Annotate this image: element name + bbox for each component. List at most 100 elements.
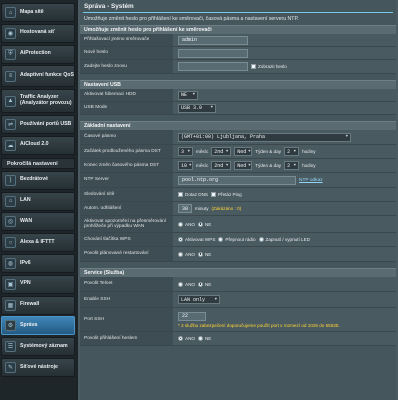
sidebar-item-system-log[interactable]: ☰ Systémový záznam: [1, 337, 75, 357]
wps-toggle-radio-radio[interactable]: [218, 237, 224, 242]
telnet-label: Povolit Telnet: [80, 277, 173, 291]
guest-network-icon: ◉: [5, 27, 16, 39]
network-tools-icon: ✎: [5, 361, 16, 373]
retype-password-input[interactable]: [178, 62, 248, 71]
dst-start-label: Začátek prodlouženého pásma DST: [80, 145, 173, 158]
service-section-header: Service (Služba): [80, 268, 396, 277]
reboot-label: Povolit plánované restartování: [80, 247, 173, 261]
vpn-icon: ▣: [5, 278, 16, 290]
sidebar-item-qos[interactable]: ≡ Adaptivní funkce QoS: [1, 65, 75, 88]
ssh-port-label: Port SSH: [80, 308, 173, 331]
show-password-label: Zobrazit heslo: [258, 64, 287, 69]
timezone-select[interactable]: (GMT+01:00) Ljubljana, Praha ▼: [178, 132, 351, 142]
username-input[interactable]: admin: [178, 35, 248, 45]
wps-led-radio[interactable]: [258, 237, 264, 242]
dst-start-day-select[interactable]: Ned ▼: [234, 147, 253, 156]
administration-icon: ⚙: [5, 320, 16, 332]
username-label: Přihlašovací jméno směrovače: [80, 34, 173, 46]
retype-password-label: Zadejte heslo znovu: [80, 60, 173, 73]
wps-activate-radio[interactable]: [178, 237, 183, 242]
wps-row: Chování tlačítka WPS Aktivovat WPS Přepn…: [80, 233, 396, 247]
dst-start-month-select[interactable]: 3 ▼: [178, 147, 193, 156]
ssh-port-row: Port SSH 22 * 2 službu zabezpečení dopor…: [80, 308, 396, 332]
chevron-down-icon: ▼: [345, 135, 348, 139]
sidebar-item-lan[interactable]: ⌂ LAN: [1, 191, 75, 211]
auto-logout-label: Autom. odhlášení: [80, 202, 173, 215]
sidebar-item-network-map[interactable]: ⌂ Mapa sítě: [1, 3, 75, 22]
dst-start-week-select[interactable]: 2nd ▼: [211, 147, 232, 156]
password-login-yes-radio[interactable]: [178, 336, 183, 341]
sidebar-item-ipv6[interactable]: ◍ IPv6: [1, 253, 75, 273]
sidebar-item-guest-network[interactable]: ◉ Hostovaná síť: [1, 23, 75, 43]
show-password-checkbox[interactable]: [251, 64, 256, 69]
telnet-yes-radio[interactable]: [178, 281, 183, 287]
shield-icon: ⛨: [5, 48, 16, 60]
sidebar-item-vpn[interactable]: ▣ VPN: [1, 274, 75, 294]
wireless-icon: ): [5, 174, 16, 186]
ssh-select[interactable]: LAN only ▼: [178, 295, 220, 304]
sidebar-item-aiprotection[interactable]: ⛨ AiProtection: [1, 44, 75, 64]
alexa-icon: ○: [5, 237, 16, 249]
chevron-down-icon: ▼: [192, 93, 195, 97]
ntp-server-input[interactable]: pool.ntp.org: [178, 175, 296, 185]
qos-icon: ≡: [5, 70, 16, 82]
wan-notify-yes-radio[interactable]: [178, 221, 183, 227]
hdd-hibernation-select[interactable]: NE ▼: [178, 90, 198, 100]
auto-logout-row: Autom. odhlášení 30 minuty (Zakázáno : 0…: [80, 202, 396, 216]
main-panel: Správa - Systém Umožňuje změnit heslo pr…: [78, 0, 398, 400]
sidebar-item-administration[interactable]: ⚙ Správa: [1, 316, 75, 336]
sidebar-item-alexa[interactable]: ○ Alexa & IFTTT: [1, 233, 75, 253]
password-login-row: Povolit přihlášení heslem ANO NE: [80, 332, 396, 346]
hdd-hibernation-row: Aktivovat hibernaci HDD NE ▼: [80, 89, 396, 102]
sidebar-item-wireless[interactable]: ) Bezdrátové: [1, 170, 75, 190]
ntp-server-label: NTP Server: [80, 173, 173, 187]
usb-mode-row: USB Mode USB 3.0 ▼: [80, 102, 396, 115]
page-title: Správa - Systém: [84, 3, 134, 10]
wps-label: Chování tlačítka WPS: [80, 233, 173, 246]
sidebar-item-traffic-analyzer[interactable]: ▲ Traffic Analyzer (Analyzátor provozu): [1, 89, 75, 114]
auto-logout-input[interactable]: 30: [178, 204, 192, 213]
dst-end-day-select[interactable]: Ned ▼: [234, 161, 253, 170]
dst-end-row: Konec změn časového pásma DST 10 ▼ měsíc …: [80, 159, 396, 173]
dst-start-row: Začátek prodlouženého pásma DST 3 ▼ měsíc…: [80, 145, 396, 159]
sidebar-item-aicloud[interactable]: ☁ AiCloud 2.0: [1, 135, 75, 155]
telnet-no-radio[interactable]: [197, 281, 203, 287]
new-password-label: Nové heslo: [80, 47, 173, 59]
dst-end-week-select[interactable]: 2nd ▼: [211, 161, 232, 170]
chevron-down-icon: ▼: [214, 297, 217, 302]
reboot-row: Povolit plánované restartování ANO NE: [80, 247, 396, 262]
new-password-input[interactable]: [178, 48, 248, 58]
ssh-port-note: * 2 službu zabezpečení doporučujeme použ…: [178, 322, 340, 328]
ipv6-icon: ◍: [5, 257, 16, 269]
reboot-yes-radio[interactable]: [178, 251, 183, 257]
reboot-no-radio[interactable]: [197, 251, 203, 257]
usb-section-header: Nastavení USB: [80, 80, 396, 89]
dst-end-month-select[interactable]: 10 ▼: [178, 161, 193, 170]
network-map-icon: ⌂: [5, 7, 16, 18]
password-login-no-radio[interactable]: [197, 336, 203, 341]
ssh-port-input[interactable]: 22: [178, 311, 206, 321]
dns-query-checkbox[interactable]: [178, 192, 183, 197]
dst-end-hour-select[interactable]: 2 ▼: [284, 161, 300, 170]
sidebar-section-advanced: Pokročilá nastavení: [1, 157, 75, 169]
login-section-header: Umožňuje změnit heslo pro přihlášení ke …: [80, 25, 396, 34]
cloud-icon: ☁: [5, 139, 16, 151]
chevron-down-icon: ▼: [210, 106, 213, 110]
sidebar-item-network-tools[interactable]: ✎ Síťové nástroje: [1, 357, 75, 377]
new-password-row: Nové heslo: [80, 47, 396, 60]
system-log-icon: ☰: [5, 341, 16, 353]
lan-icon: ⌂: [5, 195, 16, 207]
wan-notify-no-radio[interactable]: [197, 221, 203, 227]
sidebar-item-usb[interactable]: ⇌ Používání portů USB: [1, 114, 75, 134]
ntp-link[interactable]: NTP odkaz: [299, 178, 323, 183]
sidebar-item-wan[interactable]: ◎ WAN: [1, 212, 75, 232]
usb-icon: ⇌: [5, 118, 16, 130]
wan-notify-row: Aktivovat upozornění na přesměrování pro…: [80, 216, 396, 233]
usb-mode-select[interactable]: USB 3.0 ▼: [178, 103, 216, 113]
username-row: Přihlašovací jméno směrovače admin: [80, 34, 396, 47]
traffic-analyzer-icon: ▲: [5, 95, 16, 107]
sidebar-item-firewall[interactable]: ▦ Firewall: [1, 295, 75, 315]
dst-start-hour-select[interactable]: 2 ▼: [284, 147, 300, 156]
ping-checkbox[interactable]: [210, 192, 216, 197]
firewall-icon: ▦: [5, 299, 16, 311]
